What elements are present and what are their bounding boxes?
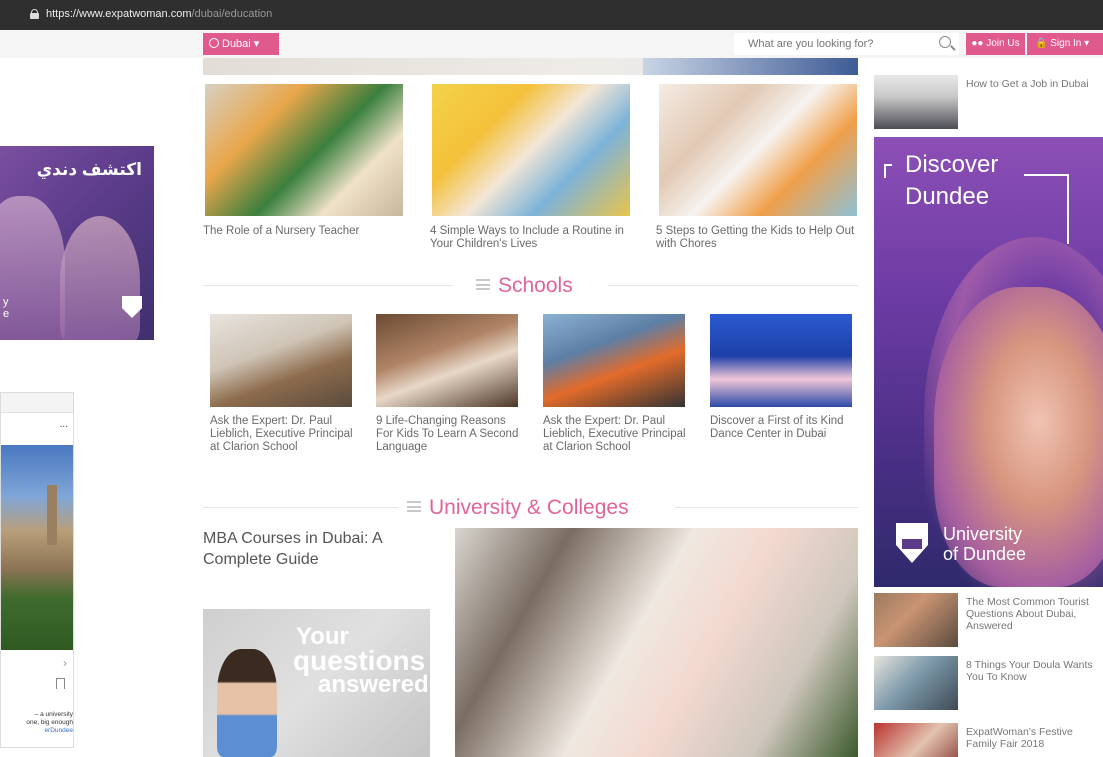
post-link[interactable]: erDundee [44, 727, 73, 734]
sidebar-article-title[interactable]: 8 Things Your Doula Wants You To Know [966, 659, 1103, 683]
school-title[interactable]: Ask the Expert: Dr. Paul Lieblich, Execu… [543, 415, 688, 454]
top-banner-partial[interactable] [203, 58, 858, 75]
section-title[interactable]: Schools [476, 274, 573, 298]
divider [203, 507, 398, 508]
promo-person [217, 649, 277, 757]
ad-headline: Dundee [905, 183, 990, 210]
left-dundee-ad[interactable]: اكتشف دندي ye [0, 146, 154, 340]
school-title[interactable]: Discover a First of its Kind Dance Cente… [710, 415, 855, 441]
article-image-routine[interactable] [432, 84, 630, 216]
article-image-chores[interactable] [659, 84, 857, 216]
join-us-button[interactable]: ●● Join Us [966, 33, 1025, 55]
divider [608, 285, 858, 286]
city-selector[interactable]: Dubai ▾ [203, 33, 279, 55]
dundee-shield-icon [896, 523, 928, 563]
banner-blue [643, 58, 858, 75]
schools-section-header: Schools [203, 271, 858, 301]
menu-icon [407, 501, 421, 512]
divider [675, 507, 858, 508]
post-image[interactable] [1, 445, 73, 650]
dundee-sidebar-ad[interactable]: Discover Dundee University of Dundee [874, 137, 1103, 587]
sidebar-thumb [874, 723, 958, 757]
sidebar-thumb [874, 75, 958, 129]
article-title[interactable]: 4 Simple Ways to Include a Routine in Yo… [430, 225, 635, 251]
bookmark-icon[interactable] [56, 678, 65, 689]
sidebar-article-title[interactable]: ExpatWoman's Festive Family Fair 2018 [966, 726, 1103, 750]
url-text[interactable]: https://www.expatwoman.com/dubai/educati… [46, 8, 272, 20]
ad-headline: Discover [905, 151, 999, 178]
sign-in-button[interactable]: 🔒 Sign In ▾ [1027, 33, 1103, 55]
school-title[interactable]: Ask the Expert: Dr. Paul Lieblich, Execu… [210, 415, 355, 454]
section-title[interactable]: University & Colleges [407, 496, 629, 520]
promo-text: answered [318, 671, 429, 698]
globe-icon [209, 38, 219, 48]
ad-arabic-text: اكتشف دندي [36, 160, 142, 179]
search-input[interactable] [734, 33, 959, 55]
sidebar-article[interactable]: ExpatWoman's Festive Family Fair 2018 [874, 723, 1103, 757]
sidebar-thumb [874, 656, 958, 710]
feature-image[interactable] [455, 528, 858, 757]
school-image[interactable] [543, 314, 685, 407]
feature-article-title[interactable]: MBA Courses in Dubai: A Complete Guide [203, 528, 433, 570]
article-title[interactable]: The Role of a Nursery Teacher [203, 225, 403, 238]
school-image[interactable] [210, 314, 352, 407]
social-post-card[interactable]: ... › – a university one, big enough erDun… [0, 392, 74, 748]
sidebar-article[interactable]: How to Get a Job in Dubai [874, 75, 1103, 129]
university-section-header: University & Colleges [203, 493, 858, 523]
sidebar-article[interactable]: The Most Common Tourist Questions About … [874, 593, 1103, 647]
ad-photo-person [0, 196, 65, 340]
article-title[interactable]: 5 Steps to Getting the Kids to Help Out … [656, 225, 861, 251]
ad-university-name: of Dundee [943, 544, 1027, 564]
post-header [1, 393, 73, 413]
lock-icon [30, 9, 39, 19]
frame-decoration [1024, 174, 1069, 244]
sidebar-thumb [874, 593, 958, 647]
school-image[interactable] [376, 314, 518, 407]
post-caption: – a university one, big enough erDundee [26, 711, 73, 734]
article-image-nursery[interactable] [205, 84, 403, 216]
promo-image[interactable]: Your questions answered [203, 609, 430, 757]
more-options-icon[interactable]: ... [60, 419, 68, 430]
divider [203, 285, 453, 286]
school-image[interactable] [710, 314, 852, 407]
sidebar-article[interactable]: 8 Things Your Doula Wants You To Know [874, 656, 1103, 710]
sidebar-article-title[interactable]: How to Get a Job in Dubai [966, 78, 1103, 90]
ad-university-name: University [943, 524, 1023, 544]
sidebar-article-title[interactable]: The Most Common Tourist Questions About … [966, 596, 1103, 632]
tower [47, 485, 57, 545]
ad-photo-person [60, 216, 140, 340]
ad-partial-text: ye [3, 296, 10, 320]
search-icon[interactable] [939, 36, 951, 48]
menu-icon [476, 279, 490, 290]
frame-decoration [884, 164, 892, 178]
school-title[interactable]: 9 Life-Changing Reasons For Kids To Lear… [376, 415, 521, 454]
chevron-right-icon[interactable]: › [63, 656, 67, 670]
address-bar[interactable]: https://www.expatwoman.com/dubai/educati… [0, 0, 1103, 30]
